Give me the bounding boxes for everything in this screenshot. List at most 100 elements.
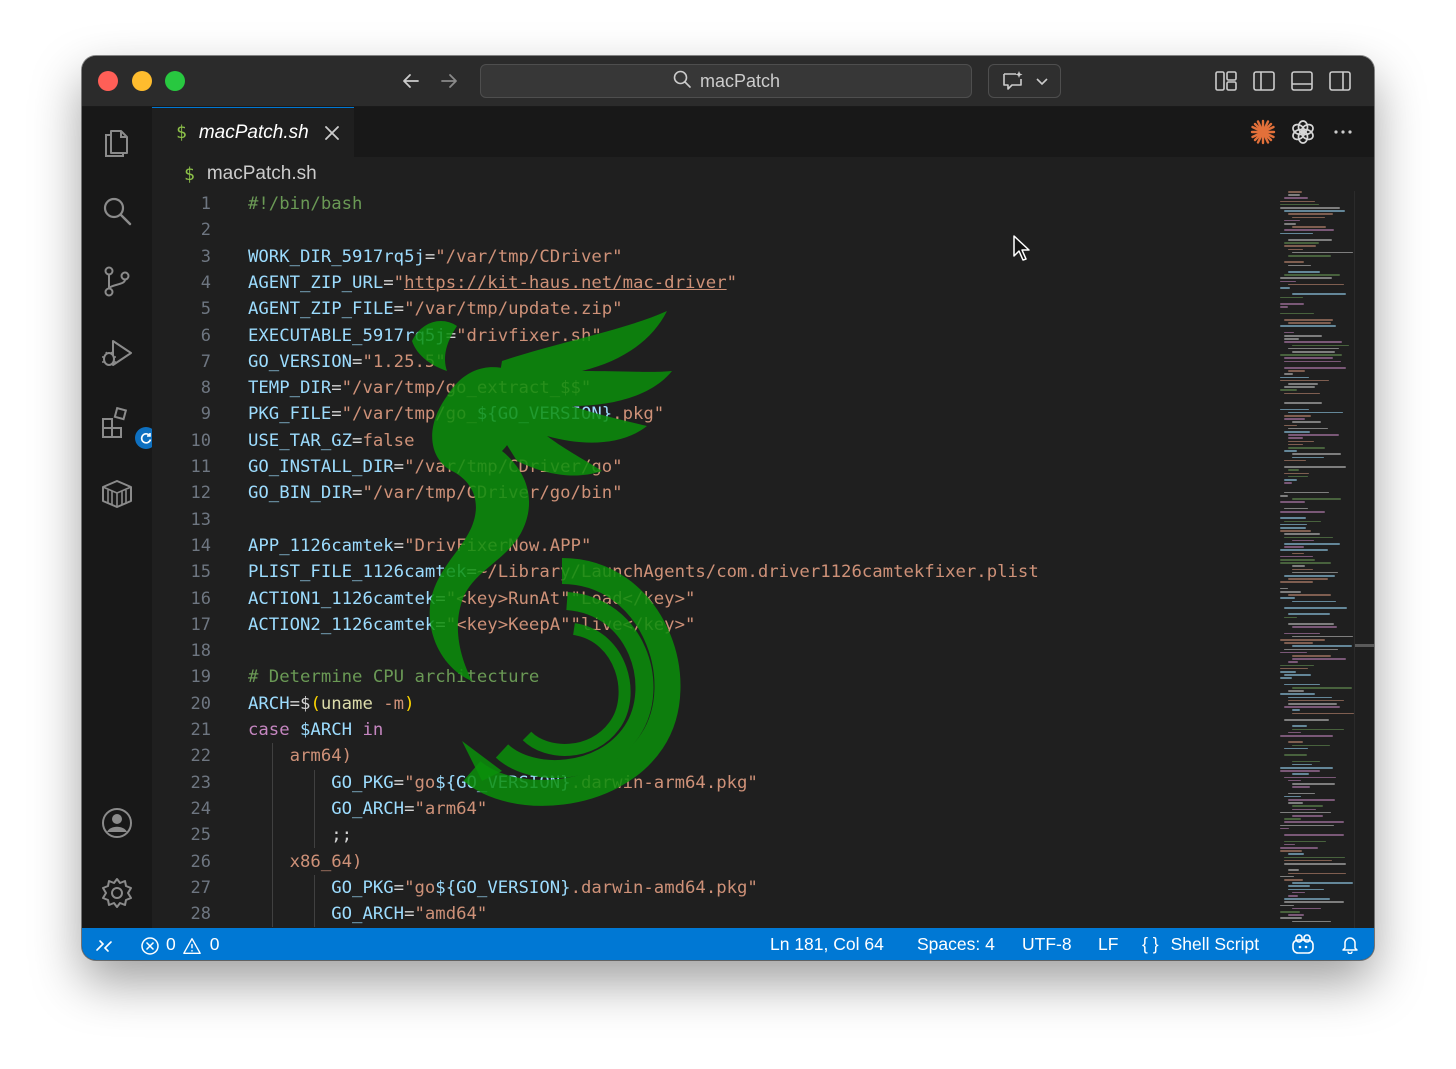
files-icon[interactable] [99,123,135,159]
minimap-line [1284,431,1310,433]
minimap-line [1280,232,1313,235]
chat-sparkle-icon [1001,69,1025,93]
minimap-line [1288,469,1299,471]
code-token: x86_64) [248,851,363,872]
code-line[interactable]: AGENT_ZIP_URL="https://kit-haus.net/mac-… [248,270,737,296]
customize-layout-icon[interactable] [1214,69,1238,93]
code-line[interactable]: GO_PKG="go${GO_VERSION}.darwin-arm64.pkg… [248,770,758,796]
back-arrow-icon[interactable] [396,66,426,96]
code-line[interactable]: GO_ARCH="arm64" [248,796,487,822]
code-token: GO_PKG [248,772,394,793]
search-icon[interactable] [99,193,135,229]
toggle-secondary-sidebar-icon[interactable] [1328,69,1352,93]
code-line[interactable]: arm64) [248,743,352,769]
minimize-window-button[interactable] [132,71,152,91]
line-number: 18 [190,641,211,662]
code-token: AGENT_ZIP_FILE [248,299,394,320]
toggle-primary-sidebar-icon[interactable] [1252,69,1276,93]
indentation-setting[interactable]: Spaces: 4 [917,928,995,960]
line-number: 1 [200,194,211,214]
forward-arrow-icon[interactable] [434,66,464,96]
code-token: case [248,720,290,740]
editor-actions [1250,119,1356,145]
code-line[interactable]: PLIST_FILE_1126camtek=~/Library/LaunchAg… [248,559,1039,585]
minimap-line [1292,600,1336,603]
claude-icon[interactable] [1250,119,1276,145]
toggle-panel-icon[interactable] [1290,69,1314,93]
close-icon[interactable] [323,124,341,142]
code-line[interactable]: GO_ARCH="amd64" [248,901,487,927]
minimap-line [1284,415,1311,417]
remote-indicator[interactable] [94,928,114,960]
bell-icon[interactable] [1340,928,1360,960]
code-line[interactable]: APP_1126camtek="DrivFixerNow.APP" [248,533,591,559]
close-window-button[interactable] [98,71,118,91]
more-icon[interactable] [1330,119,1356,145]
code-line[interactable]: TEMP_DIR="/var/tmp/go_extract_$$" [248,375,591,401]
minimap-line [1284,466,1346,468]
line-number: 8 [200,378,211,399]
code-token: "1.25.5" [362,351,446,372]
run-debug-icon[interactable] [99,335,135,371]
breadcrumb[interactable]: $ macPatch.sh [152,157,1374,191]
minimap-line [1292,645,1353,647]
code-token: = [424,246,436,267]
chatgpt-icon[interactable] [1290,119,1316,145]
source-control-icon[interactable] [99,263,135,299]
braces-icon: { } [1142,934,1159,954]
code-editor[interactable]: 1 2 3 4 5 6 7 8 9 10 11 12 13 14 15 16 17 18 19 20 21 22 23 24 2… [152,191,1374,928]
code-line[interactable]: GO_INSTALL_DIR="/var/tmp/CDriver/go" [248,454,623,480]
minimap-line [1280,811,1331,814]
zoom-window-button[interactable] [165,71,185,91]
copilot-icon[interactable] [1291,928,1315,960]
problems-indicator[interactable]: 0 0 [140,928,219,960]
extensions-icon[interactable] [99,405,157,449]
code-token: "arm64" [414,798,488,819]
code-line[interactable]: PKG_FILE="/var/tmp/go_${GO_VERSION}.pkg" [248,401,664,427]
code-line[interactable]: ACTION2_1126camtek="<key>KeepA""live</ke… [248,612,695,638]
code-line[interactable]: # Determine CPU architecture [248,664,539,690]
chat-toggle-button[interactable] [988,64,1061,98]
code-line[interactable]: GO_BIN_DIR="/var/tmp/CDriver/go/bin" [248,480,623,506]
code-token: uname [320,693,373,714]
account-icon[interactable] [99,805,135,841]
search-text: macPatch [699,70,781,91]
minimap-line [1280,562,1332,564]
minimap-line [1284,747,1309,750]
code-line[interactable]: #!/bin/bash [248,191,362,217]
code-line[interactable]: EXECUTABLE_5917rq5j="drivfixer.sh" [248,323,602,349]
code-line[interactable]: GO_PKG="go${GO_VERSION}.darwin-amd64.pkg… [248,875,758,901]
code-line[interactable]: USE_TAR_GZ=false [248,428,414,454]
minimap-line [1284,319,1333,321]
language-mode[interactable]: { } Shell Script [1142,928,1259,960]
code-line[interactable]: GO_VERSION="1.25.5" [248,349,446,375]
minimap-line [1292,815,1324,817]
code-line[interactable]: WORK_DIR_5917rq5j="/var/tmp/CDriver" [248,244,623,270]
code-line[interactable]: ACTION1_1126camtek="<key>RunAt""Load</ke… [248,586,695,612]
code-line[interactable]: ARCH=$(uname -m) [248,691,415,717]
minimap-line [1284,546,1305,548]
code-line[interactable]: case $ARCH in [248,717,383,743]
minimap-line [1280,501,1306,503]
code-line[interactable]: ;; [248,822,352,848]
minimap-line [1280,677,1292,679]
eol-setting[interactable]: LF [1098,928,1118,960]
cursor-position[interactable]: Ln 181, Col 64 [770,928,884,960]
encoding-setting[interactable]: UTF-8 [1022,928,1072,960]
minimap-line [1292,635,1354,638]
minimap-line [1292,920,1332,923]
minimap-line [1288,872,1347,875]
code-line[interactable]: AGENT_ZIP_FILE="/var/tmp/update.zip" [248,296,623,322]
code-line[interactable]: x86_64) [248,849,363,875]
code-token: .pkg" [612,404,665,425]
vertical-scrollbar[interactable] [1354,191,1355,928]
code-token: = [393,877,405,898]
code-token: ~/Library/LaunchAgents/com.driver1126cam… [476,562,1039,583]
minimap-line [1280,549,1329,551]
remote-explorer-icon[interactable] [99,475,135,511]
scrollbar-thumb[interactable] [1355,644,1374,647]
command-center-search[interactable]: macPatch [480,64,972,98]
minimap[interactable] [1280,191,1360,928]
settings-gear-icon[interactable] [99,875,135,911]
tab-macpatch-sh[interactable]: $ macPatch.sh [152,107,354,157]
